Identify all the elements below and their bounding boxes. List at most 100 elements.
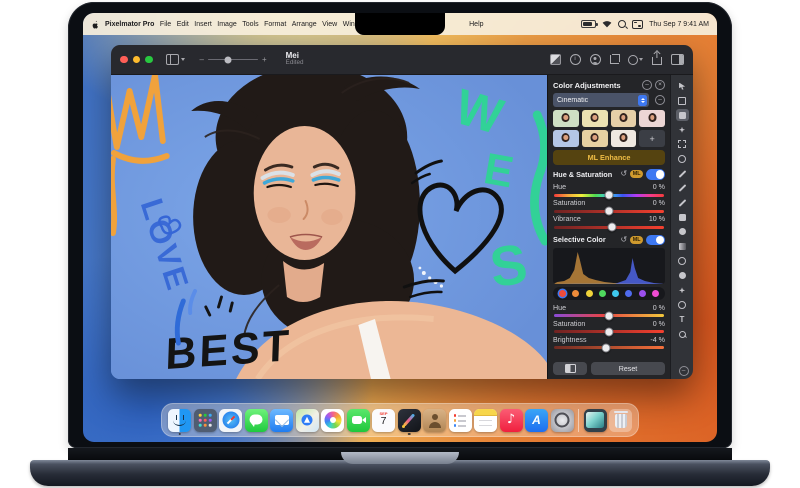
menu-clock[interactable]: Thu Sep 7 9:41 AM: [649, 21, 709, 28]
slider-thumb[interactable]: [605, 191, 614, 200]
close-panel-icon[interactable]: ×: [655, 80, 665, 90]
color-swatch[interactable]: [652, 290, 659, 297]
remove-preset-icon[interactable]: –: [655, 95, 665, 105]
tool-clone[interactable]: [676, 270, 689, 282]
slider-track[interactable]: [554, 210, 664, 213]
tool-lasso[interactable]: [676, 153, 689, 165]
portrait-icon[interactable]: [590, 54, 601, 65]
menu-item-format[interactable]: Format: [264, 21, 286, 28]
battery-icon[interactable]: [581, 20, 596, 28]
add-preset-button[interactable]: +: [639, 130, 665, 147]
dock-item-mail[interactable]: [270, 409, 293, 432]
crop-icon[interactable]: [610, 55, 619, 64]
color-well-icon[interactable]: [550, 54, 561, 65]
zoom-out-icon[interactable]: –: [200, 55, 204, 64]
tool-color-adjustments[interactable]: [676, 109, 689, 121]
menu-item-insert[interactable]: Insert: [194, 21, 212, 28]
slider-thumb[interactable]: [605, 207, 614, 216]
tool-eraser[interactable]: [676, 211, 689, 223]
shapes-icon[interactable]: [628, 55, 644, 65]
tool-type[interactable]: T: [676, 314, 689, 326]
preset-thumbnail[interactable]: [553, 110, 579, 127]
preset-thumbnail[interactable]: [582, 130, 608, 147]
color-swatch[interactable]: [586, 290, 593, 297]
dock-item-trash[interactable]: [609, 409, 632, 432]
tool-arrange[interactable]: [676, 80, 689, 92]
preset-thumbnail[interactable]: [553, 130, 579, 147]
tool-shapes[interactable]: [676, 299, 689, 311]
stepper-icon[interactable]: [638, 95, 647, 106]
menu-item-file[interactable]: File: [160, 21, 171, 28]
dock-item-calendar[interactable]: Sep7: [372, 409, 395, 432]
fullscreen-button[interactable]: [145, 56, 153, 64]
dock-item-system-settings[interactable]: [551, 409, 574, 432]
compare-button[interactable]: [553, 362, 587, 375]
dock-item-screenshot[interactable]: [584, 409, 607, 432]
tool-zoom[interactable]: [676, 328, 689, 340]
slider-thumb[interactable]: [601, 343, 610, 352]
zoom-slider[interactable]: [208, 59, 258, 61]
preset-thumbnail[interactable]: [582, 110, 608, 127]
dock-item-reminders[interactable]: [449, 409, 472, 432]
tool-crop[interactable]: [676, 95, 689, 107]
menu-item-image[interactable]: Image: [217, 21, 236, 28]
reset-section-icon[interactable]: ↺: [621, 170, 628, 178]
color-swatch[interactable]: [572, 290, 579, 297]
tool-sharpen[interactable]: [676, 284, 689, 296]
dock-item-safari[interactable]: [219, 409, 242, 432]
slider-thumb[interactable]: [605, 311, 614, 320]
slider-track[interactable]: [554, 194, 664, 197]
remove-tool-icon[interactable]: –: [679, 366, 689, 376]
color-swatch[interactable]: [639, 290, 646, 297]
reset-button[interactable]: Reset: [591, 362, 665, 375]
section-toggle[interactable]: [646, 235, 665, 246]
dock-item-facetime[interactable]: [347, 409, 370, 432]
menu-item-help[interactable]: Help: [469, 21, 483, 28]
minimize-button[interactable]: [133, 56, 141, 64]
tool-marquee[interactable]: [676, 138, 689, 150]
panel-sidebar-icon[interactable]: [671, 54, 684, 65]
tool-effects[interactable]: [676, 124, 689, 136]
color-swatch[interactable]: [599, 290, 606, 297]
tool-gradient[interactable]: [676, 241, 689, 253]
photo-canvas[interactable]: W E S: [111, 75, 547, 379]
apple-menu-icon[interactable]: [91, 20, 99, 29]
wifi-icon[interactable]: [602, 20, 612, 28]
dock-item-launchpad[interactable]: [194, 409, 217, 432]
tool-pixel-pen[interactable]: [676, 197, 689, 209]
sidebar-toggle-button[interactable]: [166, 54, 185, 65]
dock-item-notes[interactable]: [474, 409, 497, 432]
dock-item-finder[interactable]: [168, 409, 191, 432]
close-button[interactable]: [120, 56, 128, 64]
preset-thumbnail[interactable]: [611, 110, 637, 127]
reset-section-icon[interactable]: ↺: [621, 236, 628, 244]
zoom-in-icon[interactable]: +: [262, 55, 267, 64]
color-swatch[interactable]: [612, 290, 619, 297]
dock-item-photos[interactable]: [321, 409, 344, 432]
remove-adjustment-icon[interactable]: –: [642, 80, 652, 90]
slider-track[interactable]: [554, 346, 664, 349]
share-icon[interactable]: [652, 57, 662, 65]
ml-enhance-button[interactable]: ML Enhance: [553, 150, 665, 165]
color-swatch[interactable]: [625, 290, 632, 297]
slider-thumb[interactable]: [605, 327, 614, 336]
zoom-control[interactable]: – +: [200, 55, 267, 64]
slider-track[interactable]: [554, 314, 664, 317]
dock-item-music[interactable]: ♪: [500, 409, 523, 432]
tool-paint[interactable]: [676, 182, 689, 194]
menu-item-app[interactable]: Pixelmator Pro: [105, 21, 154, 28]
search-icon[interactable]: [618, 20, 626, 28]
tool-magic-wand[interactable]: [676, 168, 689, 180]
color-swatch[interactable]: [559, 290, 566, 297]
slider-track[interactable]: [554, 330, 664, 333]
slider-thumb[interactable]: [608, 223, 617, 232]
dock-item-messages[interactable]: [245, 409, 268, 432]
dock-item-contacts[interactable]: [423, 409, 446, 432]
ml-badge[interactable]: ML: [630, 170, 643, 178]
tool-fill[interactable]: [676, 226, 689, 238]
preset-thumbnail[interactable]: [639, 110, 665, 127]
preset-dropdown[interactable]: Cinematic: [553, 93, 649, 107]
dock-item-pixelmator-pro[interactable]: [398, 409, 421, 432]
menu-item-view[interactable]: View: [322, 21, 337, 28]
menu-item-arrange[interactable]: Arrange: [292, 21, 317, 28]
